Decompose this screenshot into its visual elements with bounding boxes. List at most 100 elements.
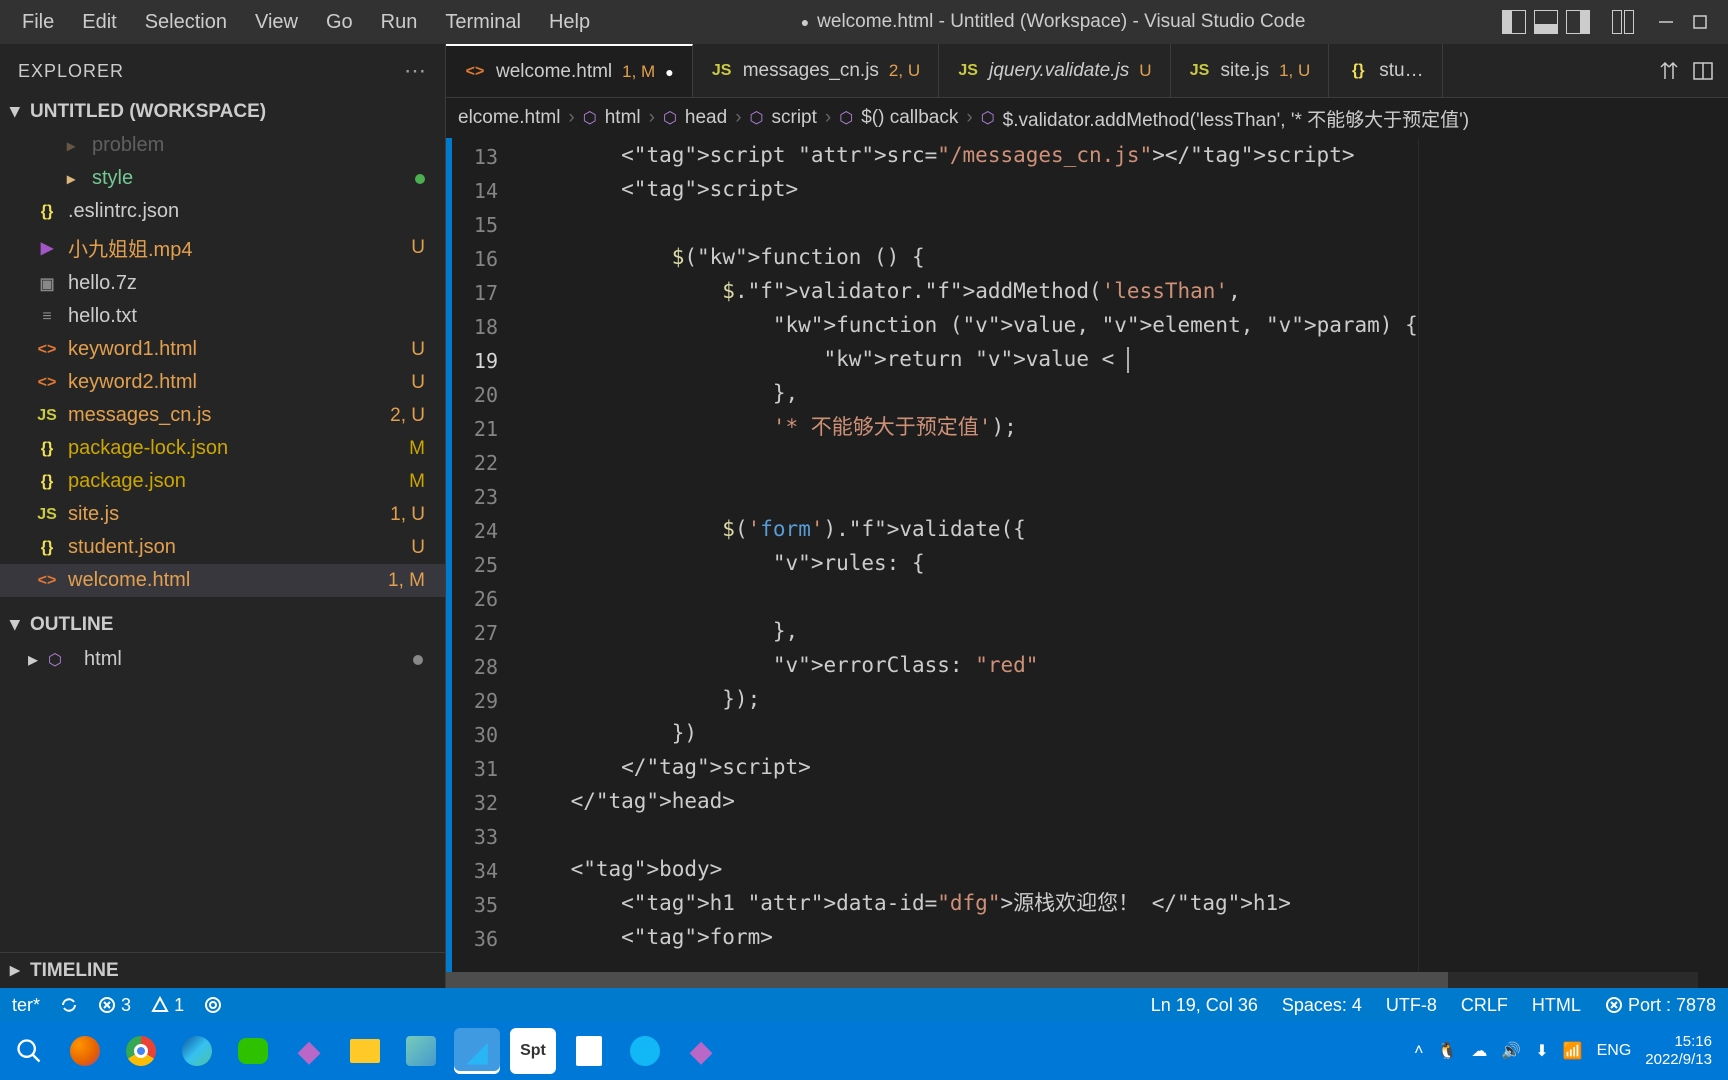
file-name: site.js bbox=[68, 503, 119, 526]
visualstudio2-icon[interactable]: ◆ bbox=[678, 1028, 724, 1074]
file-item[interactable]: ▸problem bbox=[0, 129, 445, 162]
clock[interactable]: 15:16 2022/9/13 bbox=[1645, 1033, 1712, 1069]
file-item[interactable]: {}package-lock.jsonM bbox=[0, 432, 445, 465]
file-item[interactable]: <>keyword2.htmlU bbox=[0, 366, 445, 399]
editor-tab[interactable]: JSjquery.validate.jsU bbox=[939, 44, 1170, 97]
editor-tab[interactable]: {}stu… bbox=[1329, 44, 1442, 97]
cursor-position[interactable]: Ln 19, Col 36 bbox=[1151, 995, 1258, 1016]
menu-help[interactable]: Help bbox=[535, 7, 604, 38]
file-item[interactable]: {}package.jsonM bbox=[0, 465, 445, 498]
file-item[interactable]: ≡hello.txt bbox=[0, 300, 445, 333]
indentation[interactable]: Spaces: 4 bbox=[1282, 995, 1362, 1016]
workspace-head[interactable]: ▾ UNTITLED (WORKSPACE) bbox=[0, 94, 445, 129]
horizontal-scrollbar[interactable] bbox=[446, 972, 1698, 988]
outline-head[interactable]: ▾ OUTLINE bbox=[0, 607, 445, 642]
outline-item-label: html bbox=[84, 648, 122, 671]
tray-download-icon[interactable]: ⬇ bbox=[1535, 1041, 1548, 1061]
editor-area: <>welcome.html1, M●JSmessages_cn.js2, UJ… bbox=[446, 44, 1728, 988]
toggle-rightbar-icon[interactable] bbox=[1566, 10, 1590, 34]
editor-tab[interactable]: JSmessages_cn.js2, U bbox=[693, 44, 939, 97]
timeline-head[interactable]: ▸ TIMELINE bbox=[0, 952, 445, 988]
wechat-icon[interactable] bbox=[230, 1028, 276, 1074]
file-item[interactable]: <>welcome.html1, M bbox=[0, 564, 445, 597]
menu-run[interactable]: Run bbox=[367, 7, 432, 38]
search-icon[interactable] bbox=[6, 1028, 52, 1074]
compare-icon[interactable] bbox=[1658, 60, 1680, 82]
tray-volume-icon[interactable]: 🔊 bbox=[1501, 1041, 1521, 1061]
warnings-indicator[interactable]: 1 bbox=[151, 995, 184, 1016]
encoding[interactable]: UTF-8 bbox=[1386, 995, 1437, 1016]
file-name: welcome.html bbox=[68, 569, 190, 592]
file-item[interactable]: {}.eslintrc.json bbox=[0, 195, 445, 228]
menu-view[interactable]: View bbox=[241, 7, 312, 38]
git-badge: U bbox=[411, 339, 433, 361]
tray-chevron-icon[interactable]: ˄ bbox=[1414, 1042, 1423, 1060]
eol[interactable]: CRLF bbox=[1461, 995, 1508, 1016]
menu-selection[interactable]: Selection bbox=[131, 7, 241, 38]
layout-controls bbox=[1502, 10, 1636, 34]
file-item[interactable]: {}student.jsonU bbox=[0, 531, 445, 564]
app-icon[interactable] bbox=[398, 1028, 444, 1074]
file-name: .eslintrc.json bbox=[68, 200, 179, 223]
breadcrumb[interactable]: elcome.html›⬡html›⬡head›⬡script›⬡$() cal… bbox=[446, 98, 1728, 138]
tray-wifi-icon[interactable]: 📶 bbox=[1563, 1041, 1583, 1061]
maximize-icon[interactable] bbox=[1690, 12, 1710, 32]
menu-file[interactable]: File bbox=[8, 7, 68, 38]
toggle-sidebar-icon[interactable] bbox=[1502, 10, 1526, 34]
file-item[interactable]: ▶小九姐姐.mp4U bbox=[0, 228, 445, 267]
editor-tab[interactable]: JSsite.js1, U bbox=[1171, 44, 1330, 97]
file-name: style bbox=[92, 167, 133, 190]
symbol-icon: ⬡ bbox=[981, 108, 995, 128]
breadcrumb-segment[interactable]: script bbox=[772, 107, 817, 129]
file-item[interactable]: <>keyword1.htmlU bbox=[0, 333, 445, 366]
menu-terminal[interactable]: Terminal bbox=[431, 7, 535, 38]
dirty-dot-icon: ● bbox=[801, 14, 809, 30]
tray-cloud-icon[interactable]: ☁ bbox=[1471, 1041, 1487, 1061]
breadcrumb-segment[interactable]: $() callback bbox=[861, 107, 958, 129]
branch-indicator[interactable]: ter* bbox=[12, 995, 40, 1016]
ime-indicator[interactable]: ENG bbox=[1597, 1042, 1632, 1060]
tab-badge: U bbox=[1139, 61, 1151, 81]
sync-icon[interactable] bbox=[60, 996, 78, 1014]
file-name: keyword1.html bbox=[68, 338, 197, 361]
language-mode[interactable]: HTML bbox=[1532, 995, 1581, 1016]
menu-go[interactable]: Go bbox=[312, 7, 367, 38]
outline-label: OUTLINE bbox=[30, 614, 113, 636]
customize-layout-icon[interactable] bbox=[1612, 10, 1636, 34]
tab-badge: 1, M bbox=[622, 62, 655, 82]
minimize-icon[interactable] bbox=[1656, 12, 1676, 32]
code-editor[interactable]: <"tag">script "attr">src="/messages_cn.j… bbox=[514, 138, 1418, 972]
visualstudio-icon[interactable]: ◆ bbox=[286, 1028, 332, 1074]
firefox-icon[interactable] bbox=[62, 1028, 108, 1074]
port-indicator[interactable]: Port : 7878 bbox=[1605, 995, 1716, 1016]
live-server-icon[interactable] bbox=[204, 996, 222, 1014]
file-item[interactable]: JSmessages_cn.js2, U bbox=[0, 399, 445, 432]
toggle-panel-icon[interactable] bbox=[1534, 10, 1558, 34]
split-icon[interactable] bbox=[1692, 60, 1714, 82]
file-item[interactable]: ▸style bbox=[0, 162, 445, 195]
minimap[interactable] bbox=[1418, 138, 1448, 972]
breadcrumb-segment[interactable]: elcome.html bbox=[458, 107, 560, 129]
menu-edit[interactable]: Edit bbox=[68, 7, 130, 38]
qq-icon[interactable] bbox=[622, 1028, 668, 1074]
file-item[interactable]: JSsite.js1, U bbox=[0, 498, 445, 531]
chrome-icon[interactable] bbox=[118, 1028, 164, 1074]
vscode-icon[interactable]: ◢ bbox=[454, 1028, 500, 1074]
edge-icon[interactable] bbox=[174, 1028, 220, 1074]
breadcrumb-segment[interactable]: $.validator.addMethod('lessThan', '* 不能够… bbox=[1003, 105, 1469, 132]
outline-dot-icon bbox=[413, 655, 423, 665]
file-explorer-icon[interactable] bbox=[342, 1028, 388, 1074]
breadcrumb-segment[interactable]: html bbox=[605, 107, 641, 129]
errors-indicator[interactable]: 3 bbox=[98, 995, 131, 1016]
breadcrumb-segment[interactable]: head bbox=[685, 107, 727, 129]
explorer-more-icon[interactable]: ⋯ bbox=[404, 58, 427, 84]
symbol-icon: ⬡ bbox=[839, 108, 853, 128]
file-item[interactable]: ▣hello.7z bbox=[0, 267, 445, 300]
symbol-icon: ⬡ bbox=[663, 108, 677, 128]
spt-icon[interactable]: Spt bbox=[510, 1028, 556, 1074]
tray-app-icon[interactable]: 🐧 bbox=[1437, 1041, 1457, 1061]
notes-icon[interactable] bbox=[566, 1028, 612, 1074]
editor-tab[interactable]: <>welcome.html1, M● bbox=[446, 44, 693, 97]
outline-item[interactable]: ▸ ⬡ html bbox=[0, 642, 445, 677]
timeline-label: TIMELINE bbox=[30, 960, 119, 982]
